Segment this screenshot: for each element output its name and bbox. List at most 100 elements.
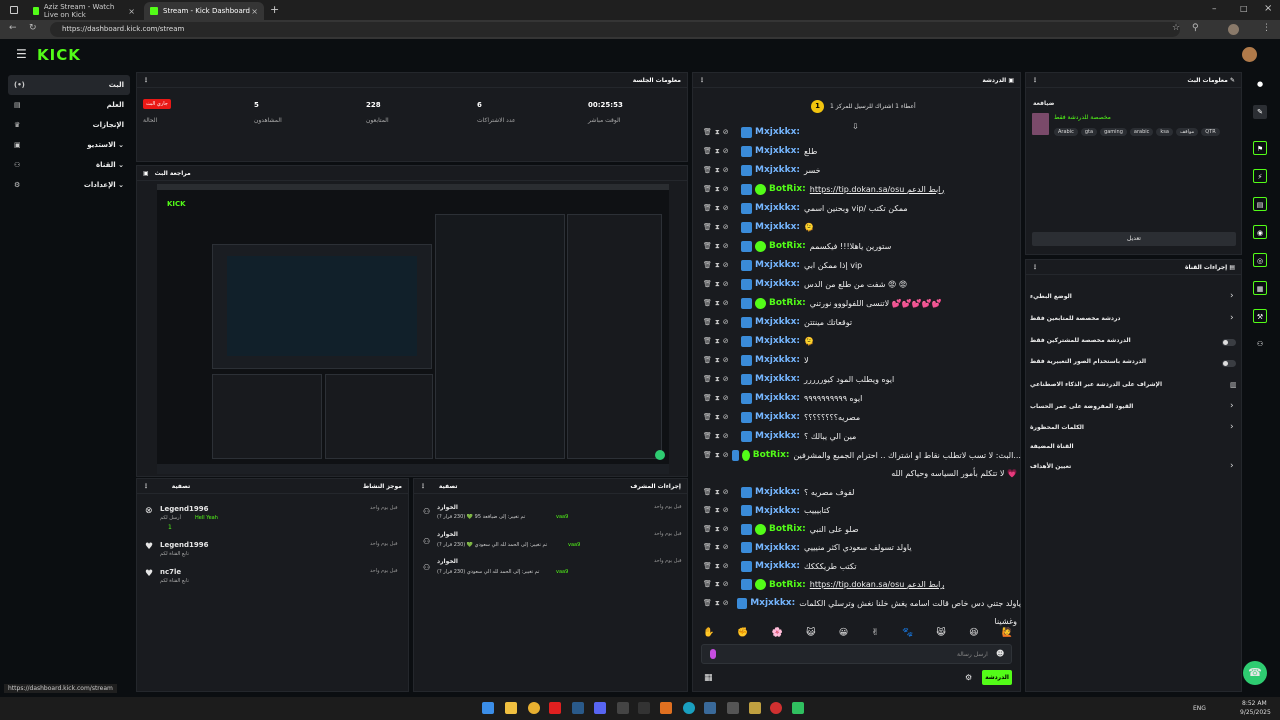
rail-tool-icon[interactable]: ▤ xyxy=(1253,197,1267,211)
mod-tools-icon[interactable]: 🗑⧗⊘ xyxy=(703,451,732,460)
panel-menu-icon[interactable]: ⋮ xyxy=(1032,77,1038,84)
mod-tools-icon[interactable]: 🗑⧗⊘ xyxy=(703,506,741,515)
chrome-icon[interactable] xyxy=(528,702,540,714)
chat-username[interactable]: Mxjxkkx: xyxy=(755,203,800,213)
tag[interactable]: gaming xyxy=(1100,128,1127,136)
gift-box-icon[interactable]: ▦ xyxy=(704,673,713,683)
user-avatar[interactable] xyxy=(1242,47,1257,62)
mod-tools-icon[interactable]: 🗑⧗⊘ xyxy=(703,337,741,346)
chat-username[interactable]: Mxjxkkx: xyxy=(755,506,800,516)
tag[interactable]: gta xyxy=(1080,128,1098,136)
tab-kick-dashboard[interactable]: Stream - Kick Dashboard × xyxy=(144,2,264,20)
rail-tool-icon[interactable]: ▦ xyxy=(1253,281,1267,295)
chat-username[interactable]: BotRix: xyxy=(753,450,790,460)
chat-username[interactable]: BotRix: xyxy=(769,298,806,308)
emote-icon[interactable]: 😆 xyxy=(969,628,978,640)
chat-username[interactable]: Mxjxkkx: xyxy=(755,165,800,175)
rail-tool-icon[interactable]: ⚒ xyxy=(1253,309,1267,323)
minimize-icon[interactable]: – xyxy=(1212,4,1217,14)
chat-message[interactable]: 🗑⧗⊘ Mxjxkkx: شفت من طلع من الدس 😡 😡 xyxy=(703,275,1021,293)
windows-start-icon[interactable] xyxy=(482,702,494,714)
mod-action-user[interactable]: vaa9 xyxy=(556,514,568,520)
mod-tools-icon[interactable]: 🗑⧗⊘ xyxy=(703,562,741,571)
chat-message[interactable]: 🗑⧗⊘ Mxjxkkx: وبحنين اسمي vip/ ممكن تكتب xyxy=(703,199,1021,217)
channel-action-row[interactable]: تعيين الأهداف › xyxy=(1030,461,1238,475)
mod-action-user[interactable]: vaa9 xyxy=(556,569,568,575)
tag[interactable]: Arabic xyxy=(1054,128,1078,136)
edit-icon[interactable]: ✎ xyxy=(1253,105,1267,119)
chat-username[interactable]: Mxjxkkx: xyxy=(755,279,800,289)
mod-tools-icon[interactable]: 🗑⧗⊘ xyxy=(703,432,741,441)
tag[interactable]: مواقف xyxy=(1175,128,1199,136)
chat-message[interactable]: 🗑⧗⊘ Mxjxkkx: كتابيييب xyxy=(703,502,1021,520)
microphone-icon[interactable] xyxy=(710,649,716,659)
chat-username[interactable]: Mxjxkkx: xyxy=(755,561,800,571)
mod-tools-icon[interactable]: 🗑⧗⊘ xyxy=(703,543,741,552)
hamburger-menu-icon[interactable]: ☰ xyxy=(16,47,27,61)
edit-stream-button[interactable]: تعديل xyxy=(1032,232,1236,246)
close-tab-icon[interactable]: × xyxy=(251,7,258,16)
chat-username[interactable]: Mxjxkkx: xyxy=(755,222,800,232)
activity-user[interactable]: nc7le xyxy=(160,568,181,576)
rail-tool-icon[interactable]: ⚑ xyxy=(1253,141,1267,155)
chat-message[interactable]: 🗑⧗⊘ Mxjxkkx: ايوه ويطلب المود كيوررررر xyxy=(703,370,1021,388)
url-input[interactable]: https://dashboard.kick.com/stream xyxy=(50,22,1180,37)
toggle-switch[interactable] xyxy=(1222,339,1236,346)
tag[interactable]: arabic xyxy=(1129,128,1154,136)
chat-username[interactable]: Mxjxkkx: xyxy=(755,336,800,346)
emote-icon[interactable]: ✊ xyxy=(737,628,748,640)
mod-tools-icon[interactable]: 🗑⧗⊘ xyxy=(703,525,741,534)
panel-menu-icon[interactable]: ⋮ xyxy=(143,77,149,84)
mod-tools-icon[interactable]: 🗑⧗⊘ xyxy=(703,223,741,232)
chat-username[interactable]: Mxjxkkx: xyxy=(755,127,800,137)
app-icon[interactable] xyxy=(660,702,672,714)
chat-message[interactable]: 🗑⧗⊘ BotRix: البث: لا تسب لاتطلب نقاط او اش… xyxy=(703,446,1021,464)
sidebar-item-settings[interactable]: ⚙ الإعدادات ⌄ xyxy=(8,175,130,195)
mod-tools-icon[interactable]: 🗑⧗⊘ xyxy=(703,318,741,327)
mod-tools-icon[interactable]: 🗑⧗⊘ xyxy=(703,128,741,137)
mod-tools-icon[interactable]: 🗑⧗⊘ xyxy=(703,488,741,497)
panel-menu-icon[interactable]: ⋮ xyxy=(143,483,149,490)
chat-message[interactable]: 🗑⧗⊘ Mxjxkkx: ياولد تسولف سعودي اكثر منيييي xyxy=(703,539,1021,557)
chat-message[interactable]: 🗑⧗⊘ Mxjxkkx: لفوف مصريه ؟ xyxy=(703,483,1021,501)
panel-menu-icon[interactable]: ⋮ xyxy=(1032,264,1038,271)
chat-username[interactable]: Mxjxkkx: xyxy=(755,412,800,422)
emote-icon[interactable]: ✌ xyxy=(871,628,879,640)
stream-preview-video[interactable]: KICK xyxy=(157,184,669,474)
emote-icon[interactable]: 🐾 xyxy=(902,628,913,640)
activity-user[interactable]: Legend1996 xyxy=(160,505,208,513)
channel-action-row[interactable]: الإشراف على الدردشة عبر الذكاء الاصطناعي… xyxy=(1030,381,1238,393)
chat-message[interactable]: 🗑⧗⊘ Mxjxkkx: لا xyxy=(703,351,1021,369)
chat-username[interactable]: Mxjxkkx: xyxy=(755,487,800,497)
mod-tools-icon[interactable]: 🗑⧗⊘ xyxy=(703,299,741,308)
mod-tools-icon[interactable]: 🗑⧗⊘ xyxy=(703,185,741,194)
chat-username[interactable]: Mxjxkkx: xyxy=(755,431,800,441)
profile-avatar[interactable] xyxy=(1228,24,1239,35)
emoji-icon[interactable]: ☻ xyxy=(996,649,1004,658)
tray-date[interactable]: 9/25/2025 xyxy=(1240,709,1271,716)
chat-username[interactable]: Mxjxkkx: xyxy=(755,393,800,403)
chat-message[interactable]: 🗑⧗⊘ Mxjxkkx: ايوه ٩٩٩٩٩٩٩٩٩٩ xyxy=(703,389,1021,407)
channel-action-row[interactable]: الدردشة باستخدام الصور التعبيرية فقط xyxy=(1030,358,1238,370)
back-icon[interactable]: ← xyxy=(9,23,17,33)
chat-message[interactable]: لا تتكلم بأمور السياسه وحياكم الله 💗 xyxy=(703,465,1021,483)
toggle-switch[interactable] xyxy=(1222,360,1236,367)
mod-tools-icon[interactable]: 🗑⧗⊘ xyxy=(703,280,741,289)
rail-tool-icon[interactable]: ◉ xyxy=(1253,225,1267,239)
window-menu-icon[interactable] xyxy=(10,6,18,14)
chat-message[interactable]: 🗑⧗⊘ Mxjxkkx: xyxy=(703,123,1021,141)
panel-menu-icon[interactable]: ⋮ xyxy=(699,77,705,84)
chat-send-button[interactable]: الدردشة xyxy=(982,670,1012,685)
info-icon[interactable]: ● xyxy=(1253,77,1267,91)
chat-input-box[interactable]: ارسل رسالة ☻ xyxy=(701,644,1012,664)
chat-username[interactable]: Mxjxkkx: xyxy=(755,260,800,270)
discord-icon[interactable] xyxy=(594,702,606,714)
maximize-icon[interactable]: □ xyxy=(1240,4,1248,13)
file-explorer-icon[interactable] xyxy=(505,702,517,714)
app-icon[interactable] xyxy=(792,702,804,714)
chat-message[interactable]: 🗑⧗⊘ Mxjxkkx: مصريه؟؟؟؟؟؟؟؟ xyxy=(703,408,1021,426)
channel-action-row[interactable]: دردشة مخصصة للمتابعين فقط › xyxy=(1030,313,1238,327)
chat-message[interactable]: 🗑⧗⊘ BotRix: https://tip.dokan.sa/osu رابط … xyxy=(703,576,1021,594)
sidebar-item-studio[interactable]: ▣ الاستديو ⌄ xyxy=(8,135,130,155)
mod-tools-icon[interactable]: 🗑⧗⊘ xyxy=(703,599,737,608)
